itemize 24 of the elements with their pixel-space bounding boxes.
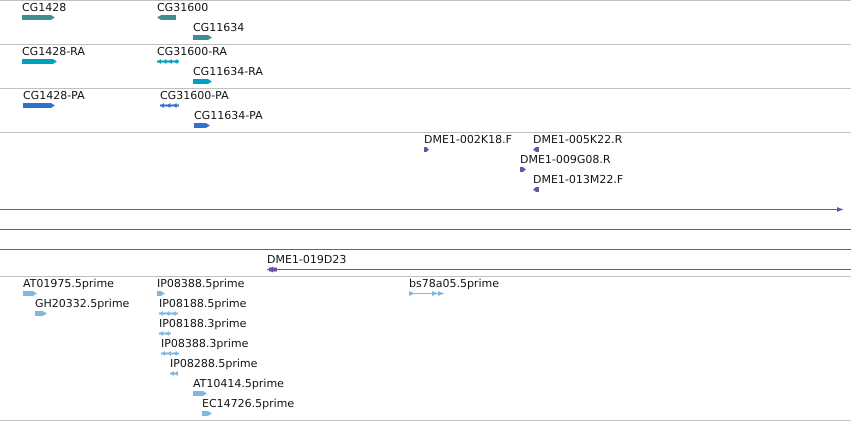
feature-label: IP08388.5prime: [157, 277, 244, 290]
feature-label: DME1-013M22.F: [533, 173, 624, 186]
feature-label: EC14726.5prime: [202, 397, 294, 410]
feature-label: CG1428: [22, 1, 66, 14]
feature-label: CG11634-RA: [193, 65, 263, 78]
feature-label: bs78a05.5prime: [409, 277, 499, 290]
feature-label: DME1-019D23: [267, 253, 346, 266]
feature-label: IP08288.5prime: [170, 357, 258, 370]
feature-label: CG11634-PA: [194, 109, 263, 122]
feature-label: CG31600-RA: [157, 45, 227, 58]
feature-label: DME1-002K18.F: [424, 133, 512, 146]
feature-label: CG1428-PA: [23, 89, 85, 102]
feature-label: DME1-009G08.R: [520, 153, 611, 166]
feature-label: CG31600-PA: [160, 89, 229, 102]
feature-label: IP08188.5prime: [159, 297, 246, 310]
feature-label: CG11634: [193, 21, 244, 34]
feature-label: IP08188.3prime: [159, 317, 246, 330]
feature-label: GH20332.5prime: [35, 297, 130, 310]
feature-label: CG31600: [157, 1, 208, 14]
feature-label: AT10414.5prime: [193, 377, 284, 390]
feature-label: CG1428-RA: [22, 45, 85, 58]
feature-label: IP08388.3prime: [161, 337, 248, 350]
feature-label: DME1-005K22.R: [533, 133, 622, 146]
feature-label: AT01975.5prime: [23, 277, 114, 290]
